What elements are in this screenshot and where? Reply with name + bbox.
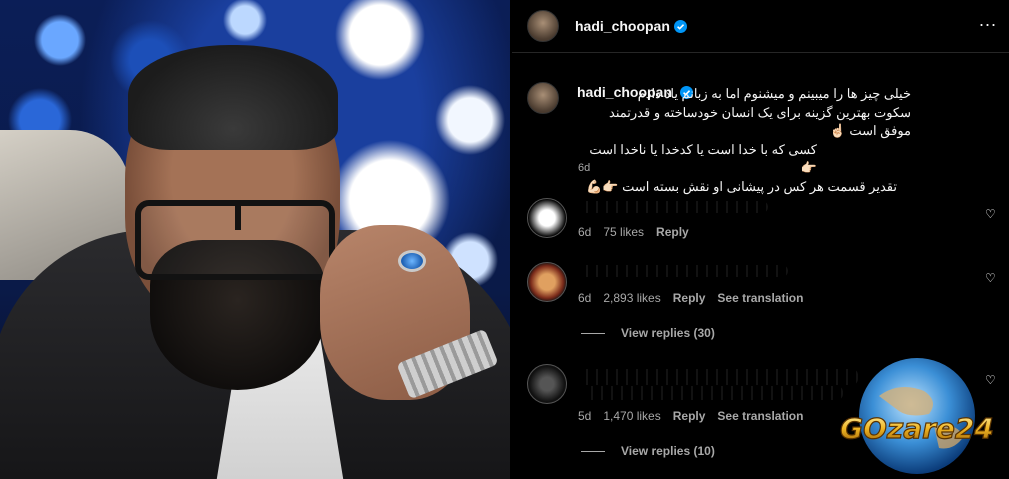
commenter-avatar[interactable] [527, 364, 567, 404]
eyeglasses [135, 200, 335, 280]
post-header: hadi_choopan [527, 9, 687, 43]
redacted-username [578, 201, 768, 213]
comment-meta: 6d 2,893 likes Reply See translation [578, 291, 803, 305]
caption-avatar[interactable] [527, 82, 559, 114]
see-translation-link[interactable]: See translation [717, 409, 803, 423]
more-options-icon[interactable]: ... [979, 11, 997, 29]
redacted-username [578, 265, 788, 277]
redacted-comment-text [583, 386, 843, 400]
comment-time[interactable]: 6d [578, 291, 591, 305]
commenter-avatar[interactable] [527, 262, 567, 302]
blue-ring [398, 250, 426, 272]
caption-line: خیلی چیز ها را میبینم و میشنوم اما به زب… [637, 86, 911, 101]
reply-button[interactable]: Reply [673, 409, 706, 423]
replies-divider [581, 332, 605, 334]
caption-line: کسی که با خدا است یا کدخدا یا ناخدا است … [589, 141, 817, 176]
view-replies-label: View replies (30) [621, 326, 715, 340]
view-replies-button[interactable]: View replies (30) [581, 326, 715, 340]
gozare24-watermark-logo: GOzare24 [840, 358, 994, 474]
comment-time[interactable]: 5d [578, 409, 591, 423]
verified-badge-icon [673, 19, 687, 33]
commenter-avatar[interactable] [527, 198, 567, 238]
author-avatar[interactable] [527, 10, 559, 42]
hair [128, 45, 338, 150]
see-translation-link[interactable]: See translation [717, 291, 803, 305]
header-divider [512, 52, 1009, 53]
post-photo [0, 0, 510, 479]
author-username[interactable]: hadi_choopan [575, 18, 670, 34]
comment-meta: 6d 75 likes Reply [578, 225, 689, 239]
caption-line: تقدیر قسمت هر کس در پیشانی او نقش بسته ا… [586, 178, 897, 194]
comment-likes[interactable]: 75 likes [603, 225, 644, 239]
view-replies-label: View replies (10) [621, 444, 715, 458]
comment-item: 6d 75 likes Reply ♡ [527, 198, 997, 248]
view-replies-button[interactable]: View replies (10) [581, 444, 715, 458]
comment-likes[interactable]: 1,470 likes [603, 409, 660, 423]
redacted-username [578, 369, 858, 385]
heart-icon[interactable]: ♡ [985, 271, 996, 285]
watermark-text: GOzare24 [840, 412, 994, 445]
heart-icon[interactable]: ♡ [985, 207, 996, 221]
caption-timestamp[interactable]: 6d [578, 162, 590, 174]
caption-line: سکوت بهترین گزینه برای یک انسان خودساخته… [609, 104, 911, 139]
comment-likes[interactable]: 2,893 likes [603, 291, 660, 305]
comment-time[interactable]: 6d [578, 225, 591, 239]
reply-button[interactable]: Reply [673, 291, 706, 305]
comment-item: 6d 2,893 likes Reply See translation ♡ V… [527, 262, 997, 352]
comment-meta: 5d 1,470 likes Reply See translation [578, 409, 803, 423]
caption-text: خیلی چیز ها را میبینم و میشنوم اما به زب… [577, 85, 997, 196]
reply-button[interactable]: Reply [656, 225, 689, 239]
replies-divider [581, 450, 605, 452]
